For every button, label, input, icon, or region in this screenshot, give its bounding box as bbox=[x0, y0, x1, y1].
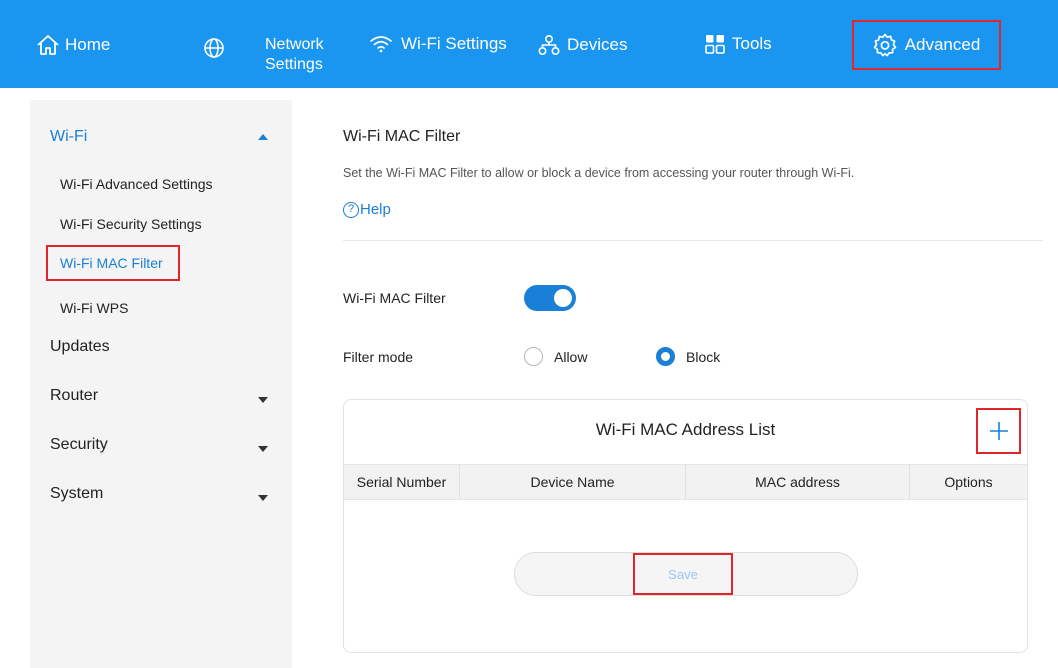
devices-network-icon bbox=[538, 34, 560, 56]
nav-tools[interactable]: Tools bbox=[705, 34, 772, 54]
home-icon bbox=[37, 35, 59, 55]
nav-home-label: Home bbox=[65, 35, 111, 54]
sidebar-group-label: Router bbox=[50, 387, 99, 404]
radio-label: Allow bbox=[554, 348, 588, 365]
radio-label: Block bbox=[686, 348, 721, 365]
radio-checked-icon bbox=[656, 347, 675, 366]
sidebar-item-label: Wi-Fi Advanced Settings bbox=[60, 176, 213, 192]
mac-filter-toggle[interactable] bbox=[524, 285, 576, 311]
sidebar-item-wifi-advanced-settings[interactable]: Wi-Fi Advanced Settings bbox=[60, 176, 213, 192]
sidebar-item-wifi-mac-filter[interactable]: Wi-Fi MAC Filter bbox=[46, 245, 180, 281]
sidebar-group-security[interactable]: Security bbox=[50, 436, 272, 454]
nav-devices-label: Devices bbox=[567, 35, 628, 54]
caret-down-icon bbox=[258, 397, 268, 403]
sidebar-group-system[interactable]: System bbox=[50, 485, 272, 503]
mac-filter-label: Wi-Fi MAC Filter bbox=[343, 290, 446, 306]
sidebar-item-wifi-wps[interactable]: Wi-Fi WPS bbox=[60, 300, 128, 316]
sidebar-item-wifi-security-settings[interactable]: Wi-Fi Security Settings bbox=[60, 216, 202, 232]
top-navigation-bar: Home Network Settings Wi-Fi Settings Dev… bbox=[0, 0, 1058, 88]
filter-mode-label: Filter mode bbox=[343, 349, 414, 365]
sidebar-group-label: Security bbox=[50, 436, 108, 453]
column-header-options: Options bbox=[909, 465, 1027, 499]
help-label: Help bbox=[360, 201, 391, 218]
sidebar-item-label: Wi-Fi Security Settings bbox=[60, 216, 202, 232]
mac-address-list-card: Wi-Fi MAC Address List Serial Number Dev… bbox=[343, 399, 1028, 653]
caret-down-icon bbox=[258, 495, 268, 501]
gear-icon bbox=[873, 33, 896, 57]
wifi-icon bbox=[370, 36, 392, 53]
sidebar-group-updates[interactable]: Updates bbox=[50, 338, 272, 356]
nav-wifi-label: Wi-Fi Settings bbox=[401, 34, 507, 53]
nav-home[interactable]: Home bbox=[36, 34, 110, 56]
nav-advanced[interactable]: Advanced bbox=[852, 20, 1001, 70]
sidebar-group-router[interactable]: Router bbox=[50, 387, 272, 405]
sidebar-group-label: Wi-Fi bbox=[50, 128, 88, 145]
mac-list-table-header: Serial Number Device Name MAC address Op… bbox=[344, 464, 1027, 500]
nav-devices[interactable]: Devices bbox=[538, 34, 627, 56]
sidebar-group-wifi[interactable]: Wi-Fi bbox=[50, 128, 272, 146]
filter-mode-allow-radio[interactable]: Allow bbox=[524, 347, 587, 366]
radio-unchecked-icon bbox=[524, 347, 543, 366]
nav-network-settings[interactable]: Network Settings bbox=[265, 35, 345, 75]
divider bbox=[343, 240, 1043, 241]
page-description: Set the Wi-Fi MAC Filter to allow or blo… bbox=[343, 166, 855, 180]
page-title: Wi-Fi MAC Filter bbox=[343, 128, 461, 145]
column-header-mac-address: MAC address bbox=[685, 465, 909, 499]
plus-icon bbox=[989, 422, 1008, 440]
add-mac-address-button[interactable] bbox=[976, 408, 1021, 454]
save-button[interactable]: Save bbox=[633, 553, 733, 595]
sidebar: Wi-Fi Wi-Fi Advanced Settings Wi-Fi Secu… bbox=[30, 100, 292, 668]
sidebar-item-label: Wi-Fi MAC Filter bbox=[60, 255, 163, 271]
filter-mode-block-radio[interactable]: Block bbox=[656, 347, 720, 366]
caret-down-icon bbox=[258, 446, 268, 452]
sidebar-item-label: Wi-Fi WPS bbox=[60, 300, 129, 316]
help-link[interactable]: ? Help bbox=[343, 201, 391, 218]
mac-list-title: Wi-Fi MAC Address List bbox=[595, 420, 776, 439]
nav-network-settings-icon-button[interactable] bbox=[203, 37, 225, 59]
toggle-knob bbox=[554, 289, 572, 307]
globe-icon bbox=[204, 38, 224, 58]
column-header-serial-number: Serial Number bbox=[356, 474, 447, 490]
nav-advanced-label: Advanced bbox=[904, 35, 981, 54]
nav-network-label-line1: Network bbox=[265, 36, 324, 53]
caret-up-icon bbox=[258, 134, 268, 140]
nav-wifi-settings[interactable]: Wi-Fi Settings bbox=[370, 34, 507, 54]
nav-tools-label: Tools bbox=[732, 34, 772, 53]
tools-grid-icon bbox=[705, 35, 725, 54]
column-header-device-name: Device Name bbox=[459, 465, 685, 499]
nav-network-label-line2: Settings bbox=[265, 56, 323, 73]
question-circle-icon: ? bbox=[343, 201, 359, 218]
sidebar-group-label: Updates bbox=[50, 338, 110, 355]
sidebar-group-label: System bbox=[50, 485, 104, 502]
